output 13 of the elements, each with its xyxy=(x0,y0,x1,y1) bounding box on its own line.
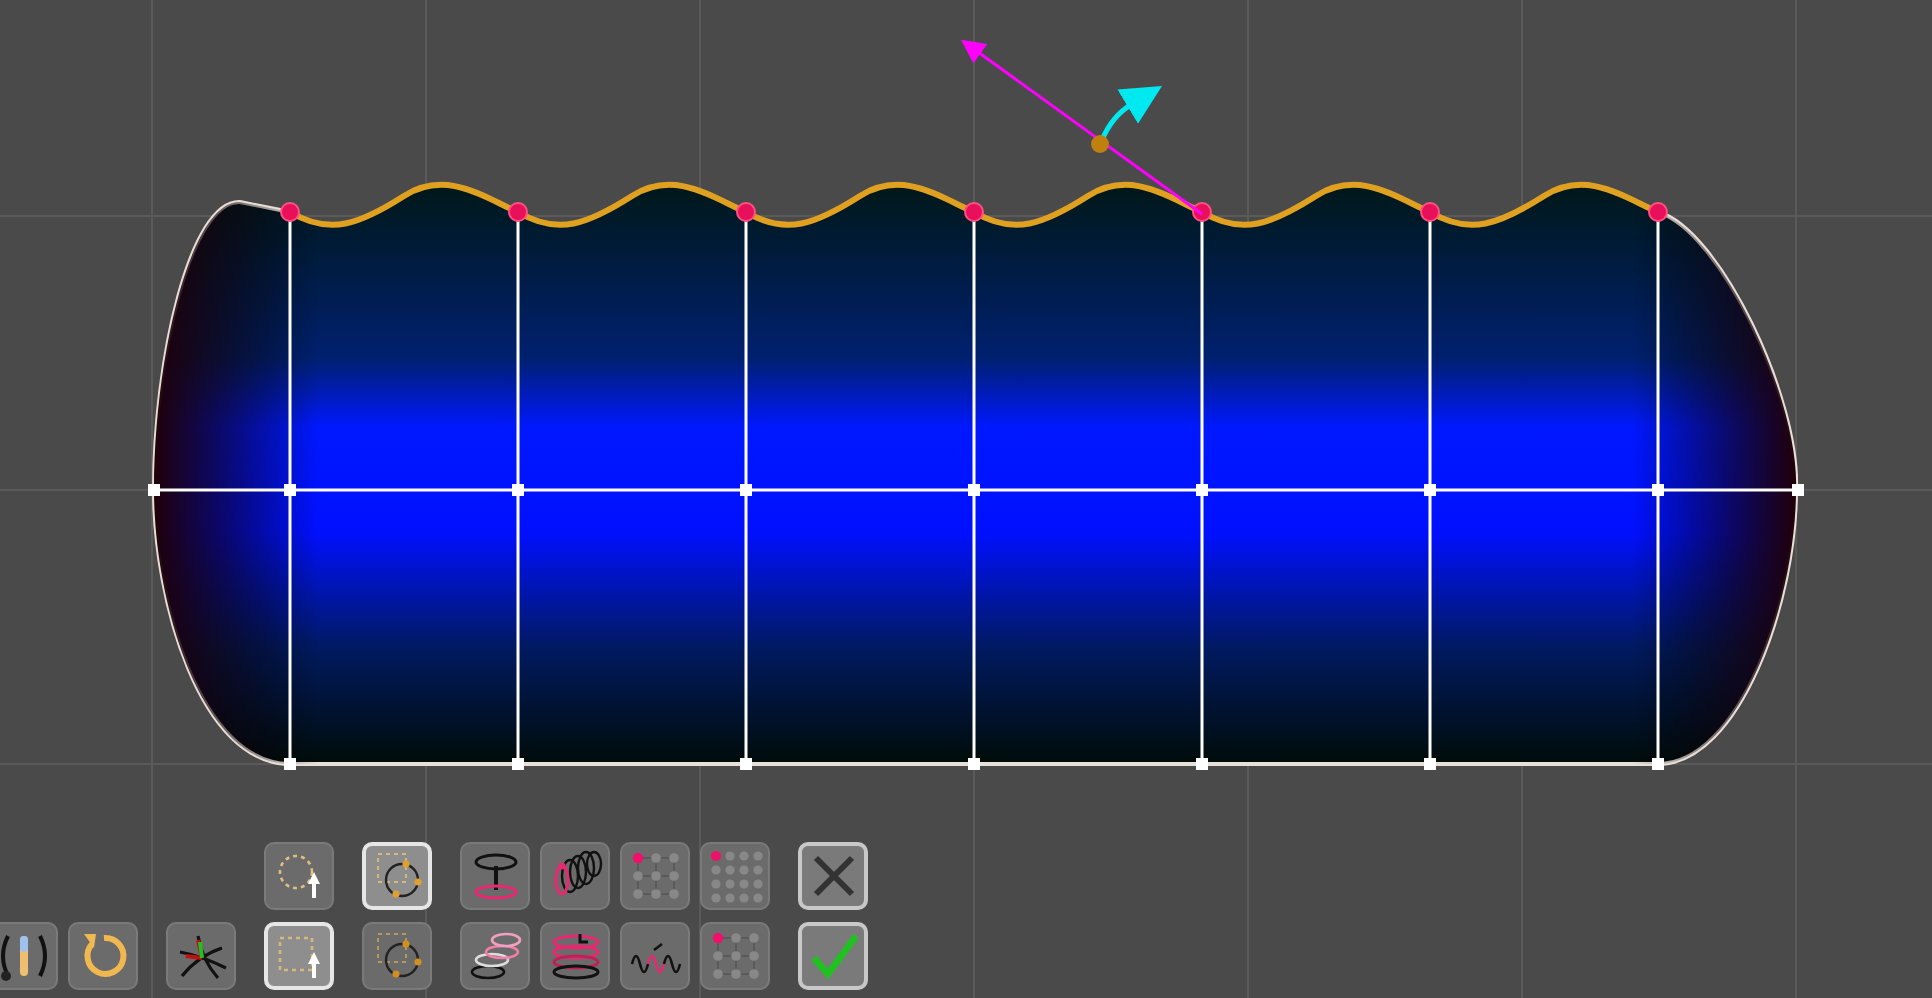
confirm-button[interactable] xyxy=(798,922,868,990)
dot-grid-icon xyxy=(707,928,763,984)
stacked-rings-icon xyxy=(467,928,523,984)
tool-button[interactable] xyxy=(0,922,58,990)
cancel-button[interactable] xyxy=(798,842,868,910)
tool-button[interactable] xyxy=(264,842,334,910)
mesh-shape-drawing[interactable] xyxy=(148,182,1804,770)
tool-button[interactable] xyxy=(460,922,530,990)
transform-gizmo-drawing[interactable] xyxy=(961,39,1203,216)
tool-button[interactable] xyxy=(362,922,432,990)
rings-icon xyxy=(547,928,603,984)
dot-grid-icon xyxy=(707,848,763,904)
dot-grid-icon xyxy=(627,848,683,904)
